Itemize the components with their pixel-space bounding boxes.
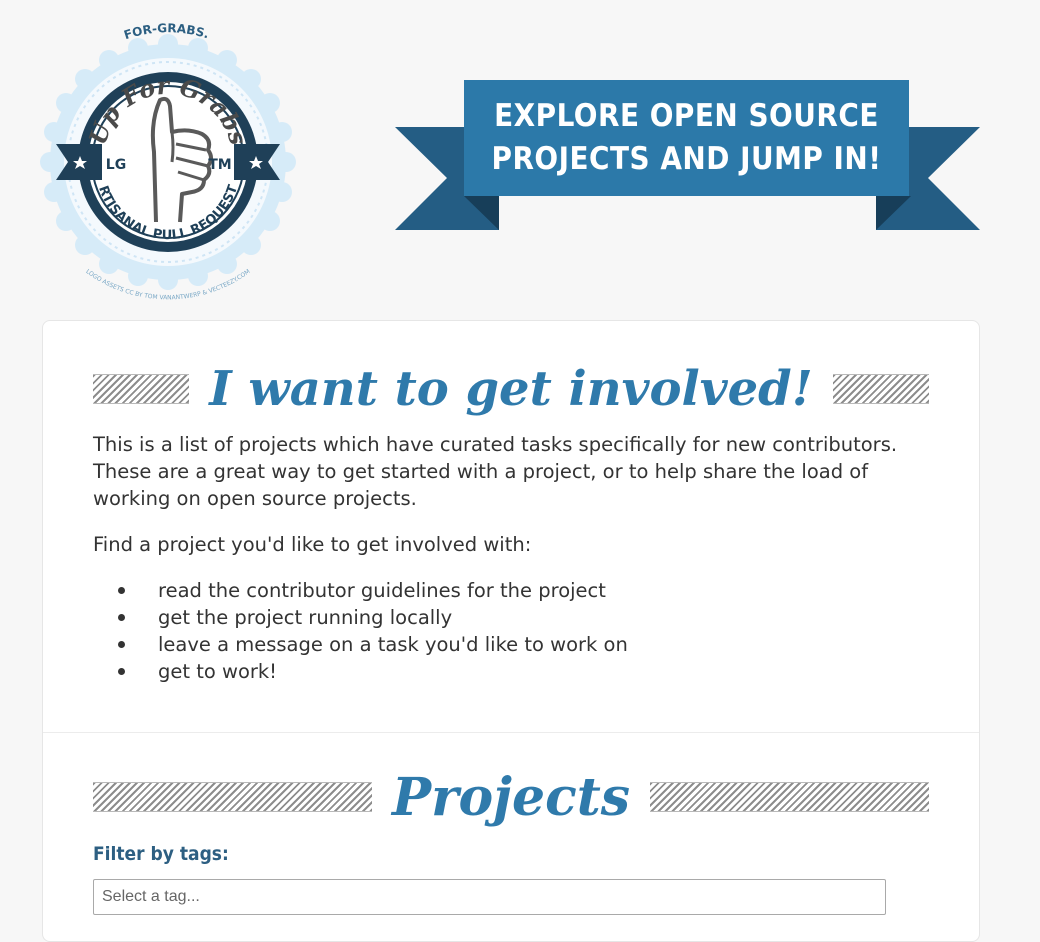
logo-left-badge: LG (106, 157, 126, 173)
projects-section: Projects Filter by tags: (43, 757, 979, 915)
filter-label: Filter by tags: (93, 843, 229, 865)
intro-section: I want to get involved! This is a list o… (43, 349, 979, 685)
steps-list: read the contributor guidelines for the … (93, 577, 929, 685)
step-text: read the contributor guidelines for the … (158, 579, 606, 602)
bullet-icon (118, 614, 125, 621)
intro-paragraph: This is a list of projects which have cu… (93, 433, 898, 510)
step-text: get the project running locally (158, 606, 453, 629)
logo-right-badge: TM (208, 157, 231, 173)
intro-heading-row: I want to get involved! (93, 349, 929, 429)
projects-heading-row: Projects (93, 757, 930, 837)
up-for-grabs-logo-icon: LG TM Up For Grabs ARTISANAL PULL REQUES… (40, 22, 296, 301)
step-text: get to work! (158, 660, 277, 683)
banner-line-1: EXPLORE OPEN SOURCE (494, 98, 879, 134)
heading-hatch-left (93, 782, 372, 812)
bullet-icon (118, 668, 125, 675)
section-divider (43, 732, 979, 733)
content-card: I want to get involved! This is a list o… (42, 320, 980, 942)
heading-hatch-left (93, 374, 190, 404)
site-logo[interactable]: LG TM Up For Grabs ARTISANAL PULL REQUES… (38, 22, 298, 312)
banner-line-2: PROJECTS AND JUMP IN! (491, 141, 882, 177)
list-item: get to work! (118, 658, 929, 685)
hero-banner: EXPLORE OPEN SOURCE PROJECTS AND JUMP IN… (395, 80, 980, 232)
intro-heading: I want to get involved! (209, 361, 813, 417)
bullet-icon (118, 587, 125, 594)
banner-headline: EXPLORE OPEN SOURCE PROJECTS AND JUMP IN… (464, 90, 909, 186)
list-item: get the project running locally (118, 604, 929, 631)
heading-hatch-right (832, 374, 929, 404)
step-text: leave a message on a task you'd like to … (158, 633, 628, 656)
list-item: read the contributor guidelines for the … (118, 577, 929, 604)
tag-filter-input[interactable] (93, 879, 886, 915)
list-item: leave a message on a task you'd like to … (118, 631, 929, 658)
heading-hatch-right (650, 782, 930, 812)
bullet-icon (118, 641, 125, 648)
projects-heading: Projects (391, 766, 631, 828)
intro-find-project: Find a project you'd like to get involve… (93, 533, 532, 556)
